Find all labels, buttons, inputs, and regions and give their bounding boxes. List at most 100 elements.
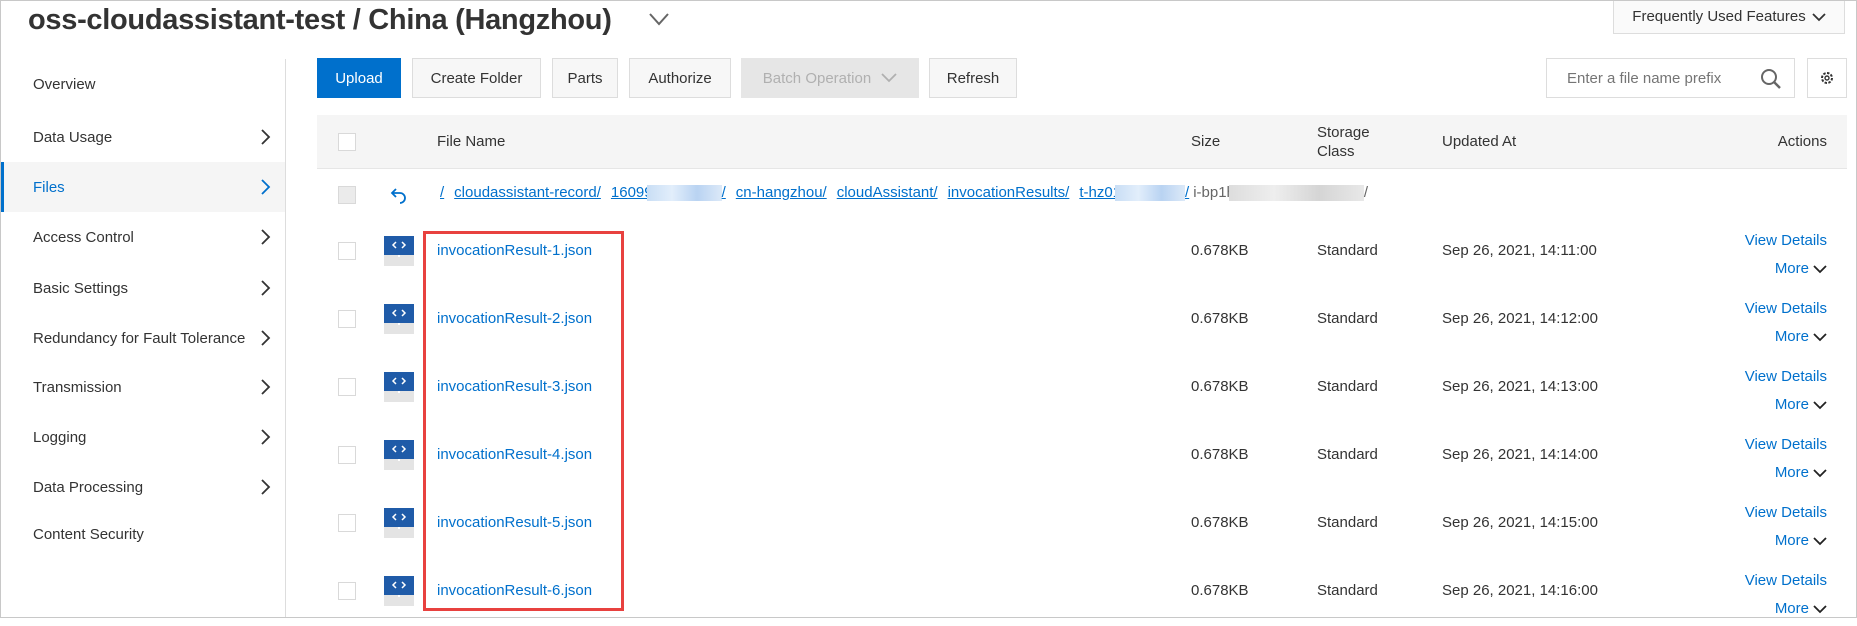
header-class-label: Class [1317, 143, 1355, 160]
chevron-down-icon [881, 73, 897, 83]
file-size: 0.678KB [1191, 242, 1249, 259]
chevron-down-icon[interactable] [646, 6, 672, 32]
more-dropdown[interactable]: More [1745, 459, 1827, 487]
more-label: More [1774, 599, 1809, 617]
view-details-link[interactable]: View Details [1745, 227, 1827, 255]
json-file-icon [384, 371, 414, 402]
view-details-link[interactable]: View Details [1745, 295, 1827, 323]
breadcrumb-slash: / [1185, 184, 1190, 201]
sidebar-item-content-security[interactable]: Content Security [1, 509, 285, 559]
table-row: invocationResult-1.json 0.678KB Standard Se… [317, 218, 1847, 286]
sidebar-item-label: Content Security [33, 525, 144, 543]
header-storage-label: Storage [1317, 124, 1370, 141]
sidebar-item-files[interactable]: Files [1, 162, 285, 212]
redacted-text [1115, 185, 1186, 202]
chevron-right-icon [261, 229, 271, 245]
sidebar-item-redundancy-for-fault-tolerance[interactable]: Redundancy for Fault Tolerance [1, 313, 285, 363]
table-row: invocationResult-3.json 0.678KB Standard Se… [317, 354, 1847, 422]
sidebar-item-transmission[interactable]: Transmission [1, 362, 285, 412]
breadcrumb-cloudassistant-record[interactable]: cloudassistant-record/ [454, 184, 601, 201]
chevron-right-icon [261, 280, 271, 296]
sidebar-item-access-control[interactable]: Access Control [1, 212, 285, 262]
view-details-link[interactable]: View Details [1745, 499, 1827, 527]
json-file-icon [384, 236, 414, 266]
sidebar-item-label: Redundancy for Fault Tolerance [33, 329, 246, 347]
breadcrumb-slash: / [1363, 184, 1369, 201]
file-name-link[interactable]: invocationResult-5.json [437, 514, 592, 531]
header-actions: Actions [1777, 133, 1827, 150]
view-details-link[interactable]: View Details [1745, 363, 1827, 391]
breadcrumb-invocationresults[interactable]: invocationResults/ [948, 184, 1070, 201]
breadcrumb-cn-hangzhou[interactable]: cn-hangzhou/ [736, 184, 827, 201]
breadcrumb-checkbox [338, 186, 356, 204]
breadcrumb-account[interactable]: 16099/ [611, 184, 726, 202]
header-storage-class: Storage Class [1317, 123, 1370, 161]
gear-icon [1821, 72, 1833, 84]
json-file-icon [384, 575, 414, 606]
file-name-link[interactable]: invocationResult-3.json [437, 378, 592, 395]
more-label: More [1774, 327, 1809, 345]
create-folder-button[interactable]: Create Folder [412, 58, 541, 98]
view-details-link[interactable]: View Details [1745, 431, 1827, 459]
sidebar-item-overview[interactable]: Overview [1, 59, 285, 109]
search-input[interactable] [1567, 69, 1757, 87]
header-size: Size [1191, 133, 1221, 150]
settings-button[interactable] [1807, 58, 1847, 98]
chevron-down-icon [1812, 12, 1826, 21]
more-dropdown[interactable]: More [1745, 391, 1827, 419]
json-file-icon [384, 303, 414, 334]
more-dropdown[interactable]: More [1745, 255, 1827, 283]
file-search[interactable] [1546, 58, 1795, 98]
sidebar-item-basic-settings[interactable]: Basic Settings [1, 263, 285, 313]
row-actions: View Details More [1745, 227, 1827, 283]
updated-at: Sep 26, 2021, 14:13:00 [1442, 377, 1598, 395]
chevron-down-icon [1813, 333, 1827, 342]
frequently-used-features-button[interactable]: Frequently Used Features [1613, 0, 1845, 34]
file-name-link[interactable]: invocationResult-1.json [437, 242, 592, 259]
search-icon[interactable] [1760, 68, 1782, 90]
refresh-button[interactable]: Refresh [929, 58, 1017, 98]
more-dropdown[interactable]: More [1745, 527, 1827, 555]
row-checkbox[interactable] [338, 445, 356, 464]
file-size: 0.678KB [1191, 377, 1249, 395]
file-name-link[interactable]: invocationResult-2.json [437, 310, 592, 327]
sidebar-item-data-processing[interactable]: Data Processing [1, 462, 285, 512]
chevron-down-icon [1813, 536, 1827, 545]
sidebar-item-data-usage[interactable]: Data Usage [1, 112, 285, 162]
chevron-down-icon [1813, 401, 1827, 410]
updated-at: Sep 26, 2021, 14:14:00 [1442, 445, 1598, 463]
header-file-name: File Name [437, 133, 506, 150]
storage-class: Standard [1317, 377, 1378, 395]
table-row: invocationResult-5.json 0.678KB Standard Se… [317, 490, 1847, 558]
file-name-link[interactable]: invocationResult-4.json [437, 446, 592, 463]
sidebar-item-logging[interactable]: Logging [1, 412, 285, 462]
row-checkbox[interactable] [338, 513, 356, 532]
more-label: More [1774, 531, 1809, 549]
parts-button[interactable]: Parts [552, 58, 618, 98]
json-file-icon [384, 439, 414, 470]
more-dropdown[interactable]: More [1745, 595, 1827, 623]
batch-operation-button[interactable]: Batch Operation [741, 58, 919, 98]
row-actions: View Details More [1745, 567, 1827, 623]
chevron-right-icon [261, 479, 271, 495]
table-row: invocationResult-2.json 0.678KB Standard Se… [317, 286, 1847, 354]
select-all-checkbox[interactable] [338, 133, 356, 151]
file-name-link[interactable]: invocationResult-6.json [437, 582, 592, 599]
breadcrumb-cloudassistant[interactable]: cloudAssistant/ [837, 184, 938, 201]
redacted-text [646, 185, 722, 202]
row-checkbox[interactable] [338, 309, 356, 328]
authorize-button[interactable]: Authorize [629, 58, 731, 98]
breadcrumb-root[interactable]: / [440, 184, 444, 201]
sidebar-item-label: Access Control [33, 228, 134, 246]
upload-button[interactable]: Upload [317, 58, 401, 98]
breadcrumb-invocation[interactable]: t-hz01/ [1079, 184, 1190, 202]
view-details-link[interactable]: View Details [1745, 567, 1827, 595]
row-checkbox[interactable] [338, 377, 356, 396]
json-file-icon [384, 507, 414, 538]
frequently-used-features-label: Frequently Used Features [1632, 8, 1806, 25]
back-arrow-icon[interactable] [389, 186, 407, 204]
row-checkbox[interactable] [338, 242, 356, 260]
more-dropdown[interactable]: More [1745, 323, 1827, 351]
chevron-right-icon [261, 129, 271, 145]
row-checkbox[interactable] [338, 581, 356, 600]
